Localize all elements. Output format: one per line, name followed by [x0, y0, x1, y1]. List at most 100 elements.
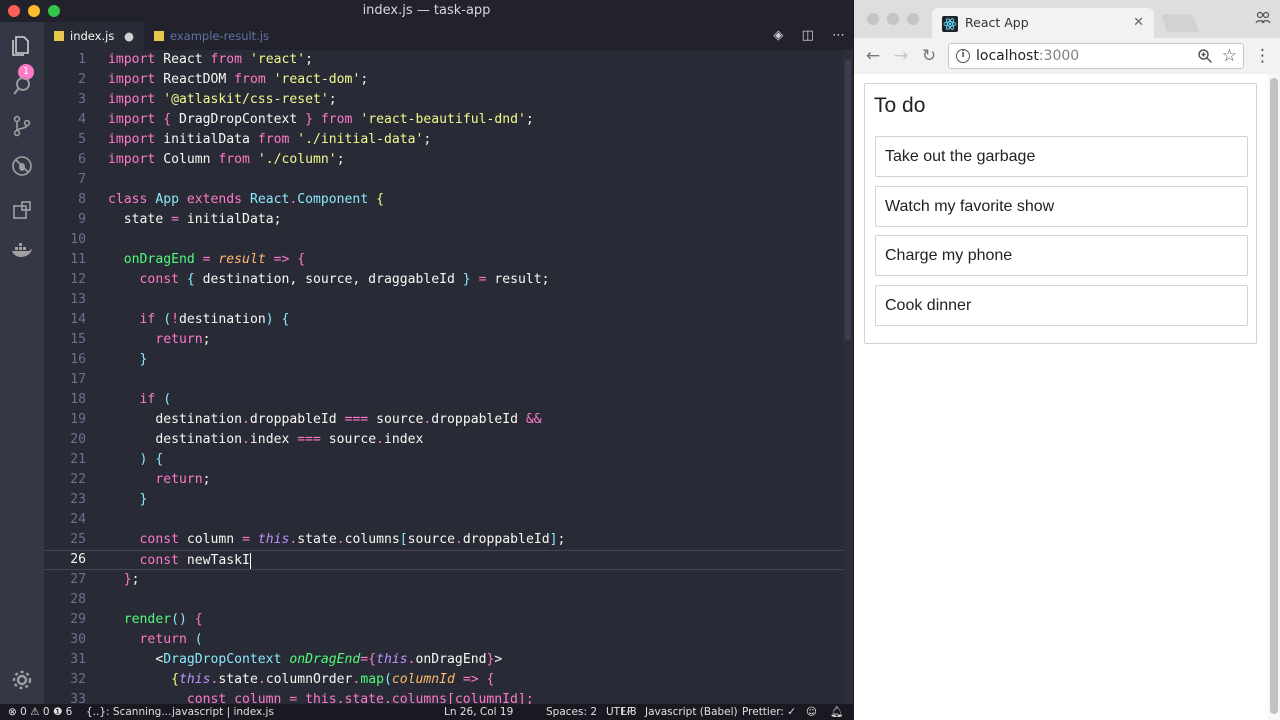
- browser-menu-icon[interactable]: ⋮: [1254, 45, 1271, 67]
- unsaved-dot-icon[interactable]: ●: [124, 22, 134, 50]
- current-line-highlight: const newTaskI: [44, 550, 844, 570]
- bookmark-star-icon[interactable]: ☆: [1222, 44, 1237, 68]
- code-line: <DragDropContext onDragEnd={this.onDragE…: [155, 652, 503, 667]
- cursor-position[interactable]: Ln 26, Col 19: [444, 704, 513, 720]
- url-text: localhost:3000: [976, 48, 1080, 64]
- page-scrollbar-thumb[interactable]: [1270, 78, 1278, 714]
- smiley-feedback-icon[interactable]: ☺: [806, 704, 817, 720]
- minimize-window-button[interactable]: [887, 13, 899, 25]
- reload-icon[interactable]: ↻: [918, 45, 940, 67]
- maximize-window-button[interactable]: [907, 13, 919, 25]
- react-logo-icon: [942, 16, 958, 32]
- editor-scrollbar-thumb[interactable]: [845, 60, 851, 340]
- profile-icon[interactable]: [1255, 10, 1271, 26]
- scanning-indicator[interactable]: {..}: Scanning...: [86, 704, 171, 720]
- more-actions-icon[interactable]: ⋯: [832, 28, 845, 43]
- code-line: ) {: [139, 452, 164, 467]
- code-line: state = initialData;: [123, 212, 282, 227]
- code-line: };: [123, 572, 140, 587]
- code-line: return;: [155, 332, 211, 347]
- browser-window: React App ✕ ← → ↻ i localhost:3000 ☆ ⋮ T…: [853, 0, 1280, 720]
- close-tab-icon[interactable]: ✕: [1133, 8, 1144, 38]
- code-editor-window: index.js — task-app 1 index.js ● example…: [0, 0, 853, 720]
- line-number: 28: [70, 592, 86, 607]
- tab-index-js[interactable]: index.js ●: [44, 22, 144, 50]
- browser-tab[interactable]: React App ✕: [932, 8, 1154, 38]
- editor-actions: ◈ ◫ ⋯: [773, 22, 845, 50]
- tab-example-result-js[interactable]: example-result.js: [144, 22, 304, 50]
- text-cursor: [249, 552, 251, 569]
- code-area[interactable]: 1 2 3 4 5 6 7 8 9 10 11 12 13 14 15 16 17 18 19 20 21 22 23 24 2…: [44, 50, 844, 707]
- close-window-button[interactable]: [867, 13, 879, 25]
- code-line: }: [139, 492, 148, 507]
- editor-tab-bar: index.js ● example-result.js ◈ ◫ ⋯: [44, 22, 853, 50]
- code-line[interactable]: const newTaskI: [108, 551, 251, 571]
- navigation-bar: ← → ↻ i localhost:3000 ☆ ⋮: [854, 38, 1280, 74]
- indentation-setting[interactable]: Spaces: 2: [546, 704, 597, 720]
- tab-label: index.js: [70, 29, 115, 43]
- search-icon[interactable]: [10, 74, 34, 98]
- zoom-icon[interactable]: [1197, 48, 1213, 64]
- task-card[interactable]: Charge my phone: [875, 235, 1248, 276]
- code-line: onDragEnd = result => {: [123, 252, 306, 267]
- line-number: 17: [70, 372, 86, 387]
- editor-titlebar: index.js — task-app: [0, 0, 853, 22]
- task-card[interactable]: Watch my favorite show: [875, 186, 1248, 227]
- activity-bar: 1: [0, 22, 44, 704]
- problems-indicator[interactable]: ⊗ 0 ⚠ 0 ❶ 6: [8, 704, 72, 720]
- code-line: import { DragDropContext } from 'react-b…: [108, 112, 534, 127]
- breadcrumb[interactable]: javascript | index.js: [172, 704, 274, 720]
- code-line: return;: [155, 472, 211, 487]
- line-number: 13: [70, 292, 86, 307]
- maximize-window-button[interactable]: [48, 5, 60, 17]
- source-control-icon[interactable]: [10, 114, 34, 138]
- code-line: }: [139, 352, 148, 367]
- code-line: import React from 'react';: [108, 52, 314, 67]
- window-title: index.js — task-app: [362, 3, 491, 18]
- line-number: 24: [70, 512, 86, 527]
- code-line: import '@atlaskit/css-reset';: [108, 92, 337, 107]
- back-arrow-icon[interactable]: ←: [862, 45, 884, 67]
- browser-tab-title: React App: [965, 15, 1029, 30]
- code-line: render() {: [123, 612, 203, 627]
- eol-setting[interactable]: LF: [621, 704, 633, 720]
- extensions-icon[interactable]: [10, 198, 34, 222]
- language-mode[interactable]: Javascript (Babel): [645, 704, 738, 720]
- close-window-button[interactable]: [8, 5, 20, 17]
- debug-icon[interactable]: [10, 154, 34, 178]
- tab-label: example-result.js: [170, 29, 270, 43]
- line-number: 7: [78, 172, 86, 187]
- code-line: class App extends React.Component {: [108, 192, 384, 207]
- code-line: {this.state.columnOrder.map(columnId => …: [171, 672, 495, 687]
- browser-toolbar: React App ✕ ← → ↻ i localhost:3000 ☆ ⋮: [854, 0, 1280, 74]
- column-title: To do: [874, 94, 926, 117]
- todo-column: To do Take out the garbage Watch my favo…: [864, 83, 1257, 344]
- new-tab-button[interactable]: [1160, 14, 1200, 32]
- code-line: destination.droppableId === source.dropp…: [155, 412, 542, 427]
- address-bar[interactable]: i localhost:3000 ☆: [948, 43, 1244, 69]
- code-line: import Column from './column';: [108, 152, 345, 167]
- code-line: if (!destination) {: [139, 312, 290, 327]
- notifications-bell-icon[interactable]: 🔔︎: [830, 704, 843, 720]
- minimize-window-button[interactable]: [28, 5, 40, 17]
- javascript-file-icon: [54, 31, 64, 41]
- code-line: return (: [139, 632, 203, 647]
- split-editor-icon[interactable]: ◫: [802, 28, 814, 43]
- prettier-status[interactable]: Prettier: ✓: [742, 704, 796, 720]
- javascript-file-icon: [154, 31, 164, 41]
- explorer-icon[interactable]: [10, 34, 34, 58]
- code-line: import ReactDOM from 'react-dom';: [108, 72, 369, 87]
- git-compare-icon[interactable]: ◈: [773, 28, 783, 43]
- settings-gear-icon[interactable]: [10, 668, 34, 692]
- site-info-icon[interactable]: i: [956, 49, 970, 63]
- code-line: import initialData from './initial-data'…: [108, 132, 432, 147]
- code-line: const { destination, source, draggableId…: [139, 272, 550, 287]
- docker-icon[interactable]: [10, 238, 34, 262]
- task-card[interactable]: Take out the garbage: [875, 136, 1248, 177]
- code-line: if (: [139, 392, 172, 407]
- forward-arrow-icon[interactable]: →: [890, 45, 912, 67]
- task-card[interactable]: Cook dinner: [875, 285, 1248, 326]
- line-number: 10: [70, 232, 86, 247]
- page-viewport: To do Take out the garbage Watch my favo…: [854, 74, 1280, 720]
- status-bar: ⊗ 0 ⚠ 0 ❶ 6 {..}: Scanning... javascript…: [0, 704, 853, 720]
